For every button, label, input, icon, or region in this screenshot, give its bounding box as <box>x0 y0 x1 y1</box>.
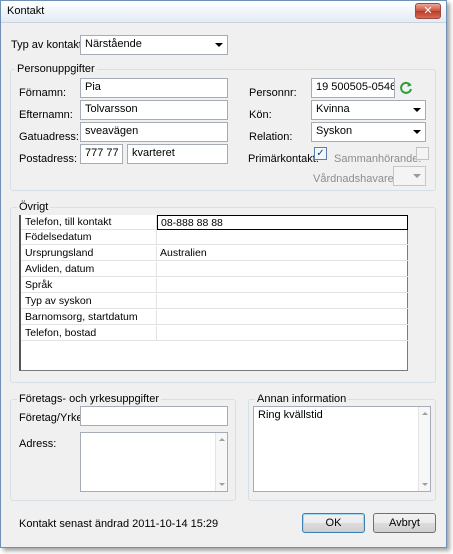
info-group-title: Annan information <box>255 393 349 405</box>
chevron-down-icon <box>215 43 223 47</box>
row-name: Språk <box>21 278 157 293</box>
contact-dialog: Kontakt ✕ Typ av kontakt: Närstående Per… <box>0 0 447 548</box>
table-row[interactable]: Avliden, datum <box>21 262 408 277</box>
row-name: Barnomsorg, startdatum <box>21 310 157 325</box>
row-name: Telefon, till kontakt <box>21 215 157 230</box>
scroll-up-icon[interactable] <box>219 438 225 441</box>
refresh-icon[interactable] <box>399 81 413 95</box>
close-button[interactable]: ✕ <box>415 3 441 19</box>
person-nr-field[interactable]: 19 500505-0546 <box>311 78 395 98</box>
address-label: Adress: <box>19 438 57 450</box>
first-name-field[interactable]: Pia <box>80 78 228 98</box>
chevron-down-icon <box>413 174 421 178</box>
table-row[interactable]: Typ av syskon <box>21 294 408 309</box>
last-changed-text: Kontakt senast ändrad 2011-10-14 15:29 <box>19 518 219 530</box>
properties-grid: Telefon, till kontakt 08-888 88 88 Födel… <box>19 215 408 371</box>
gender-select[interactable]: Kvinna <box>311 100 426 120</box>
last-name-field[interactable]: Tolvarsson <box>80 100 228 120</box>
street-field[interactable]: sveavägen <box>80 122 228 142</box>
vertical-scrollbar[interactable] <box>418 407 430 491</box>
contact-type-value: Närstående <box>85 38 142 50</box>
table-row[interactable]: Språk <box>21 278 408 293</box>
address-textarea[interactable] <box>80 432 228 492</box>
company-label: Företag/Yrke: <box>19 412 86 424</box>
row-name: Ursprungsland <box>21 246 157 261</box>
relation-label: Relation: <box>249 131 293 143</box>
table-row[interactable]: Ursprungsland Australien <box>21 246 408 261</box>
company-field[interactable] <box>80 406 228 426</box>
row-name: Typ av syskon <box>21 294 157 309</box>
row-value[interactable] <box>157 230 408 245</box>
scroll-up-icon[interactable] <box>422 412 428 415</box>
row-name: Födelsedatum <box>21 230 157 245</box>
info-textarea[interactable]: Ring kvällstid <box>253 406 431 492</box>
gender-label: Kön: <box>249 109 272 121</box>
street-label: Gatuadress: <box>19 131 79 143</box>
primary-contact-label: Primärkontakt: <box>248 153 319 165</box>
row-value[interactable] <box>157 326 408 341</box>
row-value[interactable] <box>157 262 408 277</box>
contact-type-select[interactable]: Närstående <box>80 35 228 55</box>
zip-field[interactable]: 777 77 <box>80 144 123 164</box>
title-bar[interactable]: Kontakt ✕ <box>1 1 446 23</box>
contact-type-label: Typ av kontakt: <box>11 39 85 51</box>
chevron-down-icon <box>413 130 421 134</box>
table-row[interactable]: Födelsedatum <box>21 230 408 245</box>
gender-value: Kvinna <box>316 103 350 115</box>
row-value[interactable] <box>157 278 408 293</box>
table-row[interactable]: Telefon, bostad <box>21 326 408 341</box>
city-field[interactable]: kvarteret <box>127 144 228 164</box>
ok-button[interactable]: OK <box>302 513 365 533</box>
row-value[interactable] <box>157 310 408 325</box>
cohabiting-label: Sammanhörande: <box>334 153 422 165</box>
row-name: Avliden, datum <box>21 262 157 277</box>
postal-label: Postadress: <box>19 153 78 165</box>
table-row[interactable]: Telefon, till kontakt 08-888 88 88 <box>21 215 408 230</box>
scroll-down-icon[interactable] <box>219 483 225 486</box>
cohabiting-checkbox[interactable] <box>416 147 429 160</box>
vertical-scrollbar[interactable] <box>215 433 227 491</box>
first-name-label: Förnamn: <box>19 87 67 99</box>
last-name-label: Efternamn: <box>19 109 73 121</box>
guardian-select[interactable] <box>393 166 426 186</box>
other-group-title: Övrigt <box>17 201 51 213</box>
relation-value: Syskon <box>316 125 353 137</box>
company-group-title: Företags- och yrkesuppgifter <box>17 393 162 405</box>
chevron-down-icon <box>413 108 421 112</box>
row-value[interactable] <box>157 294 408 309</box>
row-value[interactable]: Australien <box>157 246 408 261</box>
relation-select[interactable]: Syskon <box>311 122 426 142</box>
window-title: Kontakt <box>7 5 45 17</box>
person-nr-label: Personnr: <box>249 87 297 99</box>
primary-contact-checkbox[interactable]: ✓ <box>314 147 327 160</box>
row-name: Telefon, bostad <box>21 326 157 341</box>
personal-group-title: Personuppgifter <box>15 63 97 75</box>
info-text: Ring kvällstid <box>258 409 323 421</box>
scroll-down-icon[interactable] <box>422 483 428 486</box>
table-row[interactable]: Barnomsorg, startdatum <box>21 310 408 325</box>
row-value[interactable]: 08-888 88 88 <box>157 215 408 230</box>
guardian-label: Vårdnadshavare: <box>313 173 397 185</box>
cancel-button[interactable]: Avbryt <box>373 513 436 533</box>
